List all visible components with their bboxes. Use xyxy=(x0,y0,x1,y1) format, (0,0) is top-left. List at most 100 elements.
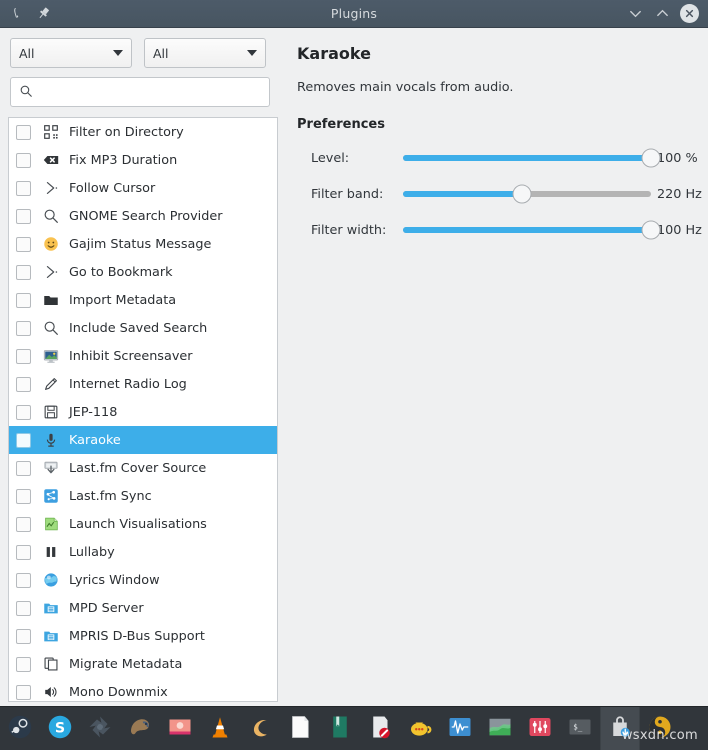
plugin-list-item[interactable]: Mono Downmix xyxy=(9,678,277,702)
minimize-button[interactable] xyxy=(626,5,644,23)
plugin-enable-checkbox[interactable] xyxy=(16,657,31,672)
plugin-list-item[interactable]: Filter on Directory xyxy=(9,118,277,146)
taskbar-item-image-viewer[interactable] xyxy=(160,707,200,750)
taskbar-item-teapot[interactable] xyxy=(400,707,440,750)
category-dropdown[interactable]: All xyxy=(10,38,132,68)
plugin-list-item[interactable]: Last.fm Cover Source xyxy=(9,454,277,482)
plugin-list-item[interactable]: Fix MP3 Duration xyxy=(9,146,277,174)
app-icon xyxy=(8,5,26,23)
close-button[interactable] xyxy=(680,4,699,23)
preference-label: Level: xyxy=(311,151,403,166)
plugin-list-item[interactable]: Karaoke xyxy=(9,426,277,454)
plugin-list[interactable]: Filter on Directory Fix MP3 DurationFollo… xyxy=(8,117,278,702)
taskbar-item-image-editor[interactable] xyxy=(480,707,520,750)
yin-yang-icon xyxy=(645,712,675,746)
plugin-list-item[interactable]: Lullaby xyxy=(9,538,277,566)
plugin-list-item[interactable]: Import Metadata xyxy=(9,286,277,314)
plugin-enable-checkbox[interactable] xyxy=(16,405,31,420)
plugin-list-item[interactable]: Inhibit Screensaver xyxy=(9,342,277,370)
search-box[interactable] xyxy=(10,77,270,107)
plugin-list-item[interactable]: Include Saved Search xyxy=(9,314,277,342)
preference-row-filter-width: Filter width:100 Hz xyxy=(297,218,694,242)
plugin-list-item[interactable]: Internet Radio Log xyxy=(9,370,277,398)
plugin-enable-checkbox[interactable] xyxy=(16,573,31,588)
taskbar-item-skype[interactable]: S xyxy=(40,707,80,750)
taskbar-item-mixer[interactable] xyxy=(520,707,560,750)
mixer-icon xyxy=(525,712,555,746)
directory-filter-icon xyxy=(40,122,62,142)
slider-fill xyxy=(403,191,522,197)
taskbar-item-steam[interactable] xyxy=(0,707,40,750)
slider-handle[interactable] xyxy=(642,149,661,168)
pin-icon[interactable] xyxy=(34,5,52,23)
plugin-enable-checkbox[interactable] xyxy=(16,517,31,532)
plugin-enable-checkbox[interactable] xyxy=(16,629,31,644)
taskbar-item-document[interactable] xyxy=(280,707,320,750)
plugin-enable-checkbox[interactable] xyxy=(16,181,31,196)
plugin-enable-checkbox[interactable] xyxy=(16,321,31,336)
plugin-name: Internet Radio Log xyxy=(69,377,187,392)
plugin-enable-checkbox[interactable] xyxy=(16,153,31,168)
teapot-icon xyxy=(405,712,435,746)
taskbar-item-terminal[interactable]: $_ xyxy=(560,707,600,750)
maximize-button[interactable] xyxy=(653,5,671,23)
plugin-enable-checkbox[interactable] xyxy=(16,433,31,448)
plugin-list-item[interactable]: Gajim Status Message xyxy=(9,230,277,258)
plugin-list-item[interactable]: JEP-118 xyxy=(9,398,277,426)
software-updater-icon xyxy=(605,712,635,746)
plugin-list-item[interactable]: Last.fm Sync xyxy=(9,482,277,510)
taskbar-item-firefox[interactable] xyxy=(120,707,160,750)
shutter-icon xyxy=(85,712,115,746)
plugin-enable-checkbox[interactable] xyxy=(16,685,31,700)
taskbar-item-book[interactable] xyxy=(320,707,360,750)
plugin-list-item[interactable]: Migrate Metadata xyxy=(9,650,277,678)
ubuntu-icon xyxy=(245,712,275,746)
slider-handle[interactable] xyxy=(642,221,661,240)
slider-filter-band[interactable] xyxy=(403,183,651,205)
taskbar-item-software-updater[interactable] xyxy=(600,707,640,750)
plugin-enable-checkbox[interactable] xyxy=(16,461,31,476)
chevron-down-icon xyxy=(247,50,257,56)
taskbar-item-ubuntu[interactable] xyxy=(240,707,280,750)
tag-x-icon xyxy=(40,150,62,170)
plugin-list-item[interactable]: Go to Bookmark xyxy=(9,258,277,286)
plugin-name: Filter on Directory xyxy=(69,125,184,140)
taskbar-item-vlc[interactable] xyxy=(200,707,240,750)
smiley-icon xyxy=(40,234,62,254)
plugin-enable-checkbox[interactable] xyxy=(16,265,31,280)
speaker-icon xyxy=(40,682,62,702)
slider-filter-width[interactable] xyxy=(403,219,651,241)
floppy-save-icon xyxy=(40,402,62,422)
taskbar-item-yin-yang[interactable] xyxy=(640,707,680,750)
plugin-enable-checkbox[interactable] xyxy=(16,545,31,560)
plugin-enable-checkbox[interactable] xyxy=(16,293,31,308)
plugin-enable-checkbox[interactable] xyxy=(16,237,31,252)
skype-icon: S xyxy=(45,712,75,746)
plugin-enable-checkbox[interactable] xyxy=(16,349,31,364)
page-title: Karaoke xyxy=(297,44,694,63)
slider-level[interactable] xyxy=(403,147,651,169)
window-title: Plugins xyxy=(110,6,598,21)
taskbar-item-audacity[interactable] xyxy=(440,707,480,750)
taskbar-item-shutter[interactable] xyxy=(80,707,120,750)
copy-icon xyxy=(40,654,62,674)
plugin-list-item[interactable]: GNOME Search Provider xyxy=(9,202,277,230)
plugin-list-item[interactable]: Launch Visualisations xyxy=(9,510,277,538)
plugin-enable-checkbox[interactable] xyxy=(16,377,31,392)
plugin-list-item[interactable]: MPRIS D-Bus Support xyxy=(9,622,277,650)
search-input[interactable] xyxy=(39,85,261,100)
plugin-enable-checkbox[interactable] xyxy=(16,601,31,616)
plugin-list-item[interactable]: Follow Cursor xyxy=(9,174,277,202)
plugin-enable-checkbox[interactable] xyxy=(16,209,31,224)
svg-text:S: S xyxy=(55,720,65,736)
plugin-name: Last.fm Sync xyxy=(69,489,152,504)
plugin-list-item[interactable]: Lyrics Window xyxy=(9,566,277,594)
plugin-list-item[interactable]: MPD Server xyxy=(9,594,277,622)
slider-handle[interactable] xyxy=(513,185,532,204)
plugin-enable-checkbox[interactable] xyxy=(16,489,31,504)
status-dropdown[interactable]: All xyxy=(144,38,266,68)
svg-text:$_: $_ xyxy=(573,722,583,731)
plugin-enable-checkbox[interactable] xyxy=(16,125,31,140)
taskbar-item-cd-burner[interactable] xyxy=(360,707,400,750)
plugin-name: Migrate Metadata xyxy=(69,657,182,672)
